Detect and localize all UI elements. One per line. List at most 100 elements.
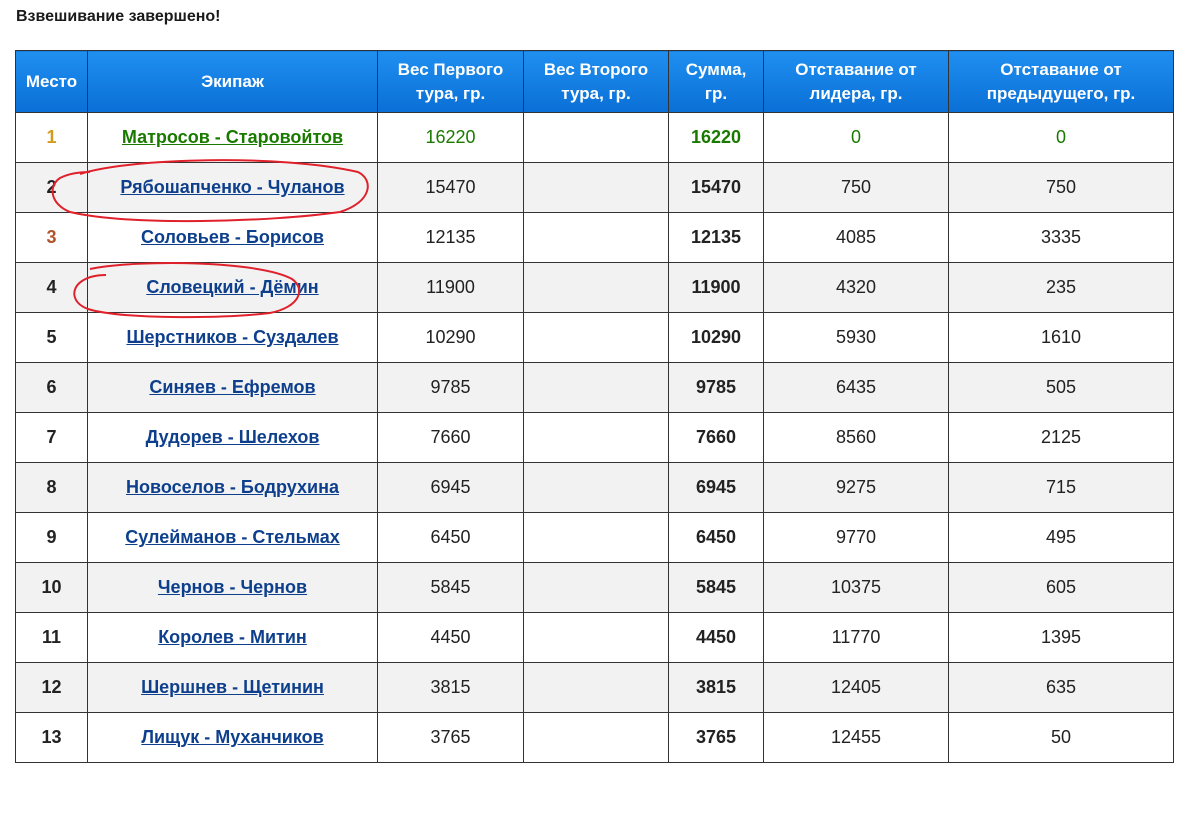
sum-cell: 16220 [668, 112, 764, 163]
crew-cell: Сулейманов - Стельмах [87, 512, 378, 563]
weight-second-round-cell [523, 612, 669, 663]
table-row: 5 Шерстников - Суздалев 10290 10290 5930 1610 [15, 312, 1174, 363]
crew-cell: Матросов - Старовойтов [87, 112, 378, 163]
header-gap-previous: Отставание от предыдущего, гр. [948, 50, 1174, 113]
gap-leader-cell: 750 [763, 162, 949, 213]
gap-leader-cell: 4085 [763, 212, 949, 263]
header-weight-first-round: Вес Первого тура, гр. [377, 50, 524, 113]
weight-first-round-cell: 12135 [377, 212, 524, 263]
gap-previous-cell: 235 [948, 262, 1174, 313]
place-cell: 4 [15, 262, 88, 313]
place-cell: 9 [15, 512, 88, 563]
crew-link[interactable]: Синяев - Ефремов [149, 377, 315, 397]
weight-second-round-cell [523, 562, 669, 613]
sum-cell: 11900 [668, 262, 764, 313]
crew-cell: Соловьев - Борисов [87, 212, 378, 263]
crew-link[interactable]: Шерстников - Суздалев [126, 327, 338, 347]
sum-cell: 12135 [668, 212, 764, 263]
table-row: 8 Новоселов - Бодрухина 6945 6945 9275 715 [15, 462, 1174, 513]
crew-cell: Чернов - Чернов [87, 562, 378, 613]
crew-cell: Новоселов - Бодрухина [87, 462, 378, 513]
weight-second-round-cell [523, 662, 669, 713]
page-title: Взвешивание завершено! [16, 8, 221, 25]
gap-previous-cell: 3335 [948, 212, 1174, 263]
crew-link[interactable]: Матросов - Старовойтов [122, 127, 343, 147]
crew-link[interactable]: Шершнев - Щетинин [141, 677, 324, 697]
place-cell: 13 [15, 712, 88, 763]
header-gap-leader: Отставание от лидера, гр. [763, 50, 949, 113]
crew-link[interactable]: Новоселов - Бодрухина [126, 477, 339, 497]
table-row: 1 Матросов - Старовойтов 16220 16220 0 0 [15, 112, 1174, 163]
weight-first-round-cell: 10290 [377, 312, 524, 363]
place-cell: 7 [15, 412, 88, 463]
place-cell: 3 [15, 212, 88, 263]
gap-previous-cell: 505 [948, 362, 1174, 413]
crew-cell: Шерстников - Суздалев [87, 312, 378, 363]
crew-cell: Шершнев - Щетинин [87, 662, 378, 713]
crew-link[interactable]: Лищук - Муханчиков [141, 727, 323, 747]
sum-cell: 4450 [668, 612, 764, 663]
table-row: 7 Дудорев - Шелехов 7660 7660 8560 2125 [15, 412, 1174, 463]
place-cell: 6 [15, 362, 88, 413]
gap-previous-cell: 50 [948, 712, 1174, 763]
gap-previous-cell: 0 [948, 112, 1174, 163]
weight-second-round-cell [523, 312, 669, 363]
weight-first-round-cell: 9785 [377, 362, 524, 413]
header-crew: Экипаж [87, 50, 378, 113]
gap-previous-cell: 1395 [948, 612, 1174, 663]
crew-link[interactable]: Рябошапченко - Чуланов [120, 177, 344, 197]
weight-first-round-cell: 6450 [377, 512, 524, 563]
place-cell: 8 [15, 462, 88, 513]
table-row: 13 Лищук - Муханчиков 3765 3765 12455 50 [15, 712, 1174, 763]
crew-link[interactable]: Чернов - Чернов [158, 577, 307, 597]
weight-first-round-cell: 3765 [377, 712, 524, 763]
weight-second-round-cell [523, 162, 669, 213]
crew-link[interactable]: Королев - Митин [158, 627, 307, 647]
gap-leader-cell: 10375 [763, 562, 949, 613]
weight-first-round-cell: 5845 [377, 562, 524, 613]
weight-first-round-cell: 6945 [377, 462, 524, 513]
weight-second-round-cell [523, 362, 669, 413]
table-row: 11 Королев - Митин 4450 4450 11770 1395 [15, 612, 1174, 663]
gap-leader-cell: 12455 [763, 712, 949, 763]
gap-leader-cell: 9770 [763, 512, 949, 563]
gap-leader-cell: 12405 [763, 662, 949, 713]
crew-cell: Дудорев - Шелехов [87, 412, 378, 463]
weight-second-round-cell [523, 512, 669, 563]
gap-previous-cell: 1610 [948, 312, 1174, 363]
sum-cell: 10290 [668, 312, 764, 363]
weight-second-round-cell [523, 712, 669, 763]
crew-link[interactable]: Дудорев - Шелехов [146, 427, 320, 447]
weight-second-round-cell [523, 412, 669, 463]
table-row: 2 Рябошапченко - Чуланов 15470 15470 750 750 [15, 162, 1174, 213]
sum-cell: 15470 [668, 162, 764, 213]
weight-second-round-cell [523, 462, 669, 513]
sum-cell: 6945 [668, 462, 764, 513]
crew-link[interactable]: Соловьев - Борисов [141, 227, 324, 247]
weight-first-round-cell: 11900 [377, 262, 524, 313]
weight-second-round-cell [523, 112, 669, 163]
table-row: 4 Словецкий - Дёмин 11900 11900 4320 235 [15, 262, 1174, 313]
weight-first-round-cell: 16220 [377, 112, 524, 163]
gap-leader-cell: 6435 [763, 362, 949, 413]
gap-previous-cell: 605 [948, 562, 1174, 613]
weight-first-round-cell: 4450 [377, 612, 524, 663]
gap-previous-cell: 495 [948, 512, 1174, 563]
place-cell: 11 [15, 612, 88, 663]
gap-previous-cell: 2125 [948, 412, 1174, 463]
sum-cell: 3815 [668, 662, 764, 713]
weight-second-round-cell [523, 262, 669, 313]
table-row: 12 Шершнев - Щетинин 3815 3815 12405 635 [15, 662, 1174, 713]
crew-cell: Синяев - Ефремов [87, 362, 378, 413]
table-row: 3 Соловьев - Борисов 12135 12135 4085 3335 [15, 212, 1174, 263]
sum-cell: 6450 [668, 512, 764, 563]
weight-first-round-cell: 3815 [377, 662, 524, 713]
gap-leader-cell: 11770 [763, 612, 949, 663]
crew-link[interactable]: Сулейманов - Стельмах [125, 527, 340, 547]
header-sum: Сумма, гр. [668, 50, 764, 113]
table-header-row: Место Экипаж Вес Первого тура, гр. Вес В… [15, 50, 1174, 113]
gap-previous-cell: 635 [948, 662, 1174, 713]
crew-link[interactable]: Словецкий - Дёмин [146, 277, 318, 297]
gap-leader-cell: 5930 [763, 312, 949, 363]
place-cell: 5 [15, 312, 88, 363]
